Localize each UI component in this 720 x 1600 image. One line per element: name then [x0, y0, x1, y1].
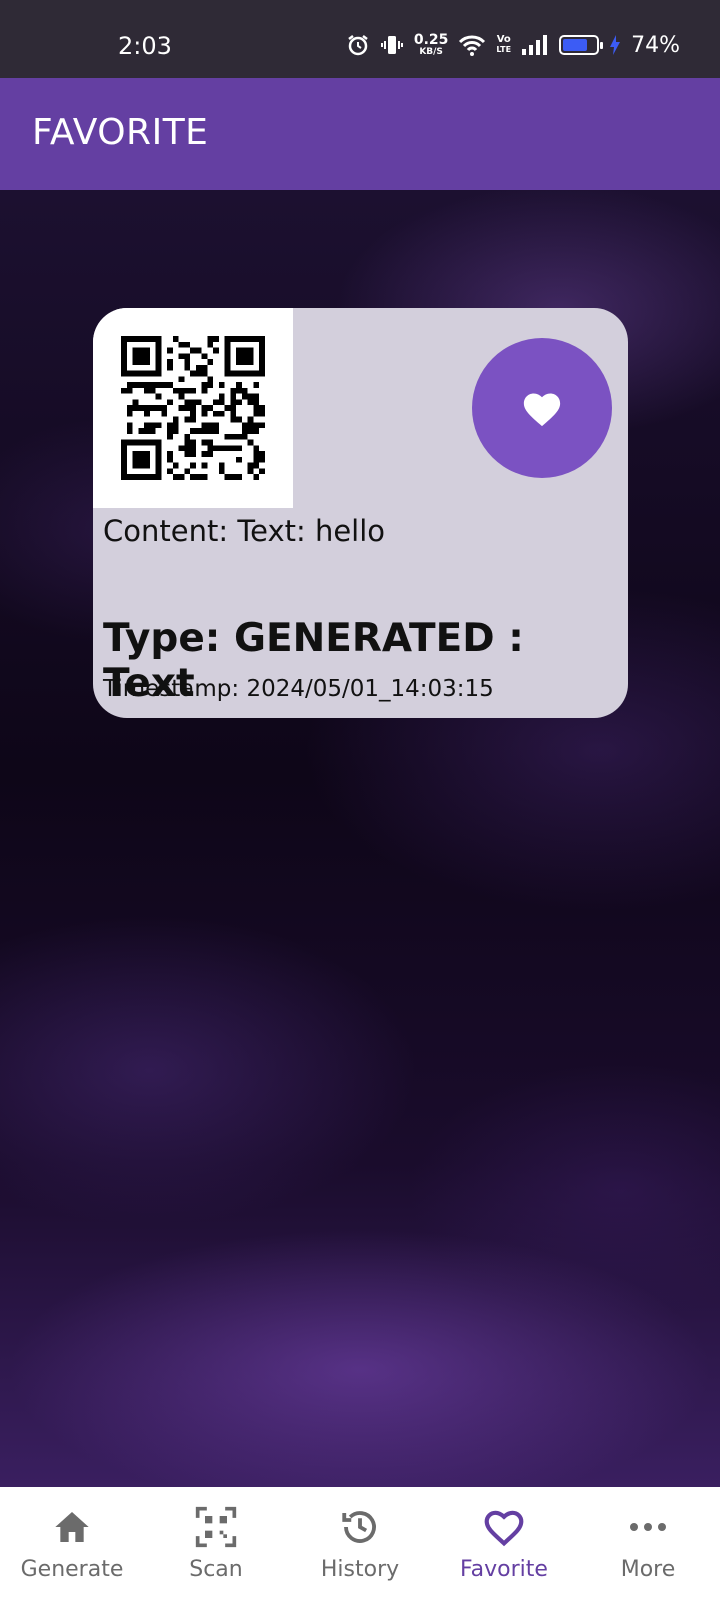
signal-icon	[521, 34, 549, 56]
bottom-navigation: Generate Scan History Favorite More	[0, 1487, 720, 1600]
volte-icon: Vo LTE	[496, 35, 511, 55]
heart-outline-icon	[482, 1505, 526, 1549]
heart-icon	[523, 393, 561, 427]
page-title: FAVORITE	[32, 112, 209, 153]
favorite-card[interactable]: Content: Text: hello Type: GENERATED : T…	[93, 308, 628, 718]
nav-item-scan[interactable]: Scan	[144, 1487, 288, 1600]
nav-item-favorite[interactable]: Favorite	[432, 1487, 576, 1600]
nav-label-favorite: Favorite	[460, 1557, 548, 1582]
nav-item-more[interactable]: More	[576, 1487, 720, 1600]
nav-item-generate[interactable]: Generate	[0, 1487, 144, 1600]
net-speed-unit: KB/S	[419, 47, 443, 57]
charging-icon	[609, 34, 621, 56]
battery-percent: 74%	[631, 32, 680, 58]
nav-label-history: History	[320, 1557, 400, 1582]
vibrate-icon	[380, 33, 404, 57]
more-icon	[628, 1505, 668, 1549]
nav-item-history[interactable]: History	[288, 1487, 432, 1600]
app-bar: FAVORITE	[0, 78, 720, 190]
card-content-text: Content: Text: hello	[103, 514, 386, 548]
qr-scan-icon	[194, 1505, 238, 1549]
nav-label-generate: Generate	[20, 1557, 124, 1582]
volte-bottom: LTE	[496, 45, 512, 54]
status-time: 2:03	[118, 32, 172, 60]
qr-code-icon	[121, 336, 265, 480]
home-icon	[52, 1505, 92, 1549]
card-timestamp-text: Timestamp: 2024/05/01_14:03:15	[103, 676, 494, 702]
nav-label-scan: Scan	[189, 1557, 243, 1582]
volte-top: Vo	[496, 34, 511, 45]
favorites-list[interactable]: Content: Text: hello Type: GENERATED : T…	[0, 190, 720, 1487]
battery-icon	[559, 35, 604, 55]
status-icons: 0.25 KB/S Vo LTE 74%	[346, 30, 680, 60]
status-bar: 2:03 0.25 KB/S Vo LTE 74%	[0, 0, 720, 78]
net-speed: 0.25 KB/S	[414, 33, 449, 57]
qr-code-image	[93, 308, 293, 508]
nav-label-more: More	[620, 1557, 676, 1582]
history-icon	[339, 1505, 381, 1549]
net-speed-value: 0.25	[413, 32, 449, 48]
favorite-toggle-button[interactable]	[472, 338, 612, 478]
battery-fill	[563, 39, 587, 51]
alarm-icon	[346, 33, 370, 57]
wifi-icon	[458, 33, 486, 57]
